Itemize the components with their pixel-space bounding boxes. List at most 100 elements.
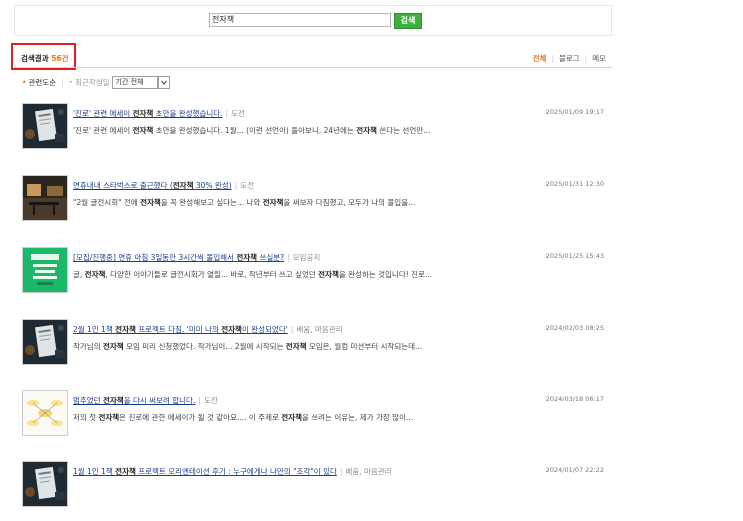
title-text: 을 다시 써보려 합니다. xyxy=(123,396,196,405)
result-title-link[interactable]: 1월 1인 1책 전자책 프로젝트 오리엔테이션 후기 : 누구에게나 나만의 … xyxy=(73,467,337,476)
title-text: 연휴내내 스타벅스로 출근했다 ( xyxy=(73,181,173,190)
result-thumbnail[interactable] xyxy=(22,175,68,221)
snippet-keyword: 전자책 xyxy=(84,270,106,279)
result-thumbnail[interactable] xyxy=(22,103,68,149)
filter-tabs: 전체 | 블로그 | 메모 xyxy=(533,53,606,64)
result-thumbnail[interactable] xyxy=(22,461,68,507)
snippet-text: 글, xyxy=(73,270,85,279)
result-item: 1월 1인 1책 전자책 프로젝트 오리엔테이션 후기 : 누구에게나 나만의 … xyxy=(22,461,612,521)
result-count-label: 검색결과 56건 xyxy=(21,53,69,64)
result-category: | 배움, 마음관리 xyxy=(288,325,343,334)
result-category-label: 도전 xyxy=(240,181,254,190)
search-bar: 검색 xyxy=(14,5,612,36)
bullet-icon: • xyxy=(68,78,74,87)
title-keyword: 전자책 xyxy=(132,109,154,118)
title-keyword: 전자책 xyxy=(172,181,194,190)
category-divider: | xyxy=(234,181,238,190)
sort-recent[interactable]: 최근작성일 xyxy=(75,77,110,88)
title-text: 쓰실분? xyxy=(257,253,285,262)
result-date: 2024/01/07 22:22 xyxy=(545,466,604,474)
snippet-text: 작가님의 xyxy=(73,342,103,351)
title-keyword: 전자책 xyxy=(221,325,242,334)
result-thumbnail[interactable] xyxy=(22,247,68,293)
tab-all[interactable]: 전체 xyxy=(533,53,547,64)
result-category-label: 도전 xyxy=(203,396,218,405)
result-title-line: 연휴내내 스타벅스로 출근했다 (전자책 30% 완성) | 도전 xyxy=(73,180,254,191)
result-snippet: 작가님의 전자책 모임 미리 신청했었다. 작가님이... 2월에 시작되는 전… xyxy=(73,341,422,352)
result-category: | 도전 xyxy=(232,181,254,190)
result-title-link[interactable]: [모집/진행중] 연휴 아침 3일동안 3시간씩 몰입해서 전자책 쓰실분? xyxy=(73,253,284,262)
result-date: 2025/01/31 12:30 xyxy=(545,180,604,188)
snippet-text: 초안을 완성했습니다. 1월... (이런 선언이) 돌아보니, 24년에는 xyxy=(153,126,357,135)
category-divider: | xyxy=(287,253,290,262)
sort-relevance[interactable]: 관련도순 xyxy=(28,77,56,88)
result-snippet: 저의 첫 전자책은 진로에 관한 에세이가 될 것 같아요.... 이 주제로 … xyxy=(73,412,413,423)
category-divider: | xyxy=(225,109,229,118)
result-category: | 모임공지 xyxy=(284,253,320,262)
result-title-link[interactable]: 멈추었던 전자책을 다시 써보려 합니다. xyxy=(73,396,195,405)
snippet-text: "2월 글전시회" 전에 xyxy=(73,198,141,207)
snippet-text: 은 진로에 관한 에세이가 될 것 같아요.... 이 주제로 xyxy=(119,413,282,422)
category-divider: | xyxy=(339,467,343,476)
result-date: 2025/01/09 19:17 xyxy=(545,108,604,116)
result-category: | 도전 xyxy=(223,109,245,118)
snippet-text: 을 쓰려는 이유는, 제가 가장 많이... xyxy=(301,413,414,422)
result-label: 검색결과 xyxy=(21,54,49,63)
snippet-text: 모임 미리 신청했었다. 작가님이... 2월에 시작되는 xyxy=(123,342,286,351)
tab-blog[interactable]: 블로그 xyxy=(559,53,580,64)
title-keyword: 전자책 xyxy=(236,253,258,262)
result-item: '진로' 관련 에세이 전자책 초안을 완성했습니다. | 도전 2025/01/09… xyxy=(22,103,612,163)
search-input[interactable] xyxy=(209,13,391,27)
period-select-value: 기간 전체 xyxy=(115,78,144,86)
snippet-text: '진로' 관련 에세이 xyxy=(73,126,133,135)
result-category: | 배움, 마음관리 xyxy=(337,467,392,476)
title-text: [모집/진행중] 연휴 아침 3일동안 3시간씩 몰입해서 xyxy=(73,253,237,262)
header-divider xyxy=(14,67,612,68)
category-divider: | xyxy=(198,396,201,405)
result-title-line: [모집/진행중] 연휴 아침 3일동안 3시간씩 몰입해서 전자책 쓰실분? | 모… xyxy=(73,252,320,263)
result-title-link[interactable]: 연휴내내 스타벅스로 출근했다 (전자책 30% 완성) xyxy=(73,181,232,190)
result-item: 연휴내내 스타벅스로 출근했다 (전자책 30% 완성) | 도전 2025/01/3… xyxy=(22,175,612,235)
sort-bar: • 관련도순 | • 최근작성일 기간 전체 xyxy=(22,76,170,89)
result-category-label: 배움, 마음관리 xyxy=(296,325,343,334)
result-title-line: 2월 1인 1책 전자책 프로젝트 다짐, '미미 나의 전자책이 완성되었다'… xyxy=(73,324,343,335)
result-snippet: "2월 글전시회" 전에 전자책을 꼭 완성해보고 싶다는... 나와 전자책을… xyxy=(73,197,415,208)
title-text: 멈추었던 xyxy=(73,396,103,405)
result-title-line: 멈추었던 전자책을 다시 써보려 합니다. | 도전 xyxy=(73,395,218,406)
result-category-label: 도전 xyxy=(231,109,245,118)
chevron-down-icon[interactable] xyxy=(157,76,170,89)
result-date: 2024/03/18 06:17 xyxy=(545,395,604,403)
title-text: 프로젝트 다짐, '미미 나의 xyxy=(135,325,222,334)
result-item: 2월 1인 1책 전자책 프로젝트 다짐, '미미 나의 전자책이 완성되었다'… xyxy=(22,319,612,379)
snippet-text: 을 완성하는 것입니다! 진로... xyxy=(338,270,433,279)
tab-divider: | xyxy=(584,54,588,63)
result-item: 멈추었던 전자책을 다시 써보려 합니다. | 도전 2024/03/18 06:17… xyxy=(22,390,612,450)
title-keyword: 전자책 xyxy=(102,396,124,405)
result-title-line: 1월 1인 1책 전자책 프로젝트 오리엔테이션 후기 : 누구에게나 나만의 … xyxy=(73,466,392,477)
snippet-keyword: 전자책 xyxy=(98,413,120,422)
snippet-keyword: 전자책 xyxy=(132,126,154,135)
result-snippet: 글, 전자책, 다양한 이야기들로 글전시회가 열릴... 바로, 작년부터 쓰… xyxy=(73,269,432,280)
result-title-link[interactable]: '진로' 관련 에세이 전자책 초안을 완성했습니다. xyxy=(73,109,223,118)
title-text: 프로젝트 오리엔테이션 후기 : 누구에게나 나만의 "조각"이 있다 xyxy=(135,467,337,476)
title-keyword: 전자책 xyxy=(115,467,136,476)
title-text: 1월 1인 1책 xyxy=(73,467,116,476)
result-date: 2025/01/25 15:43 xyxy=(545,252,604,260)
snippet-text: 을 써보자 다짐했고, 모두가 나의 몰입을... xyxy=(283,198,416,207)
snippet-text: , 다양한 이야기들로 글전시회가 열릴... 바로, 작년부터 쓰고 싶었던 xyxy=(105,270,319,279)
result-category-label: 모임공지 xyxy=(292,253,321,262)
result-thumbnail[interactable] xyxy=(22,390,68,436)
result-title-line: '진로' 관련 에세이 전자책 초안을 완성했습니다. | 도전 xyxy=(73,108,245,119)
snippet-keyword: 전자책 xyxy=(140,198,161,207)
tab-memo[interactable]: 메모 xyxy=(592,53,606,64)
title-keyword: 전자책 xyxy=(115,325,136,334)
title-text: 2월 1인 1책 xyxy=(73,325,116,334)
snippet-text: 저의 첫 xyxy=(73,413,99,422)
search-button[interactable]: 검색 xyxy=(394,13,422,29)
result-category: | 도전 xyxy=(195,396,217,405)
category-divider: | xyxy=(290,325,294,334)
result-title-link[interactable]: 2월 1인 1책 전자책 프로젝트 다짐, '미미 나의 전자책이 완성되었다' xyxy=(73,325,288,334)
sort-divider: | xyxy=(61,78,64,87)
period-select[interactable]: 기간 전체 xyxy=(111,76,158,89)
result-thumbnail[interactable] xyxy=(22,319,68,365)
